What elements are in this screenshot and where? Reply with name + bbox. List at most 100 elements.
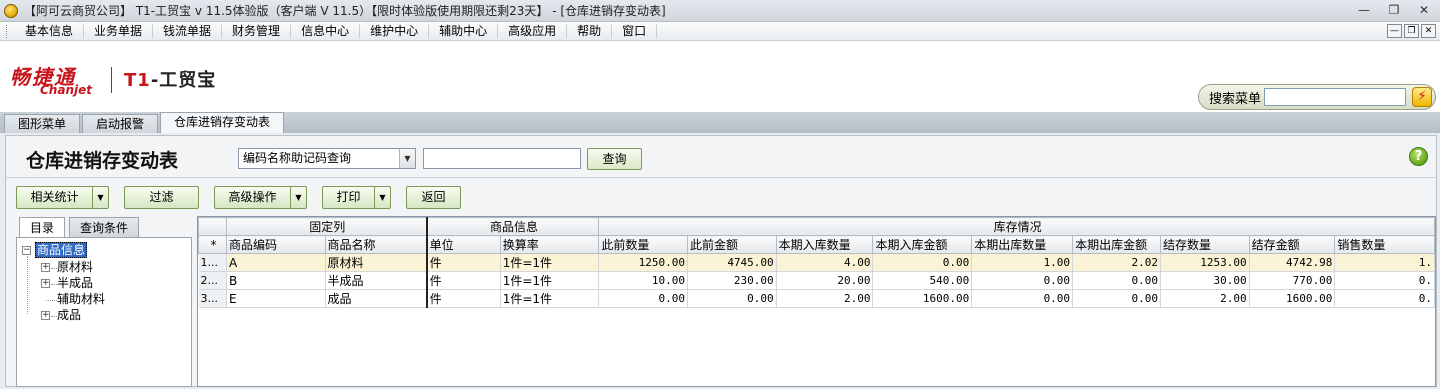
cell-in-qty: 4.00 bbox=[776, 253, 874, 272]
expand-icon[interactable]: + bbox=[41, 279, 50, 288]
print-button[interactable]: 打印 ▼ bbox=[322, 186, 391, 209]
advanced-button[interactable]: 高级操作 ▼ bbox=[214, 186, 307, 209]
cell-goods-name: 原材料 bbox=[325, 253, 428, 272]
search-menu-input[interactable] bbox=[1264, 88, 1407, 106]
col-conversion-rate[interactable]: 换算率 bbox=[499, 235, 600, 254]
col-prior-amount[interactable]: 此前金额 bbox=[687, 235, 777, 254]
lightning-icon[interactable]: ⚡ bbox=[1412, 87, 1433, 107]
menu-info-center[interactable]: 信息中心 bbox=[291, 24, 361, 38]
menubar: 基本信息 业务单据 钱流单据 财务管理 信息中心 维护中心 辅助中心 高级应用 … bbox=[0, 22, 1440, 41]
tree-item-aux-material[interactable]: 辅助材料 bbox=[57, 292, 105, 307]
app-icon bbox=[4, 3, 18, 18]
menu-help[interactable]: 帮助 bbox=[567, 24, 613, 38]
cell-sales-qty: 0. bbox=[1334, 289, 1435, 308]
tab-query-conditions[interactable]: 查询条件 bbox=[69, 217, 140, 238]
product-name: T1-工贸宝 bbox=[124, 66, 216, 92]
cell-balance-qty: 1253.00 bbox=[1160, 253, 1250, 272]
group-goods-info: 商品信息 bbox=[426, 217, 600, 236]
tab-startup-alarm[interactable]: 启动报警 bbox=[82, 114, 159, 133]
select-all-star[interactable]: * bbox=[198, 235, 227, 254]
col-prior-qty[interactable]: 此前数量 bbox=[598, 235, 688, 254]
menu-basic-info[interactable]: 基本信息 bbox=[15, 24, 85, 38]
expand-icon[interactable]: + bbox=[41, 263, 50, 272]
print-button-label: 打印 bbox=[336, 190, 361, 204]
cell-out-amount: 0.00 bbox=[1072, 271, 1161, 290]
minimize-icon[interactable]: — bbox=[1356, 2, 1372, 18]
group-fixed-columns: 固定列 bbox=[225, 217, 428, 236]
mdi-close-icon[interactable]: ✕ bbox=[1421, 24, 1436, 38]
group-stock-status: 库存情况 bbox=[598, 217, 1435, 236]
chevron-down-icon[interactable]: ▼ bbox=[374, 187, 390, 208]
col-balance-qty[interactable]: 结存数量 bbox=[1159, 235, 1250, 254]
col-out-amount[interactable]: 本期出库金额 bbox=[1072, 235, 1161, 254]
advanced-button-label: 高级操作 bbox=[228, 190, 277, 204]
divider bbox=[6, 177, 1436, 178]
table-row[interactable]: 3... E 成品 件 1件=1件 0.00 0.00 2.00 1600.00… bbox=[198, 289, 1435, 308]
stats-button[interactable]: 相关统计 ▼ bbox=[16, 186, 109, 209]
product-suffix: -工贸宝 bbox=[150, 70, 217, 91]
back-button[interactable]: 返回 bbox=[406, 186, 461, 209]
cell-goods-code: A bbox=[226, 253, 326, 272]
menu-advanced[interactable]: 高级应用 bbox=[498, 24, 568, 38]
cell-goods-code: B bbox=[226, 271, 326, 290]
cell-in-qty: 2.00 bbox=[776, 289, 874, 308]
mdi-minimize-icon[interactable]: — bbox=[1387, 24, 1402, 38]
chevron-down-icon[interactable]: ▼ bbox=[290, 187, 306, 208]
mdi-restore-icon[interactable]: ❐ bbox=[1404, 24, 1419, 38]
collapse-icon[interactable]: − bbox=[22, 246, 31, 255]
col-in-qty[interactable]: 本期入库数量 bbox=[775, 235, 874, 254]
col-in-amount[interactable]: 本期入库金额 bbox=[872, 235, 973, 254]
document-tabs: 图形菜单 启动报警 仓库进销存变动表 bbox=[0, 112, 1440, 133]
search-menu-label: 搜索菜单 bbox=[1209, 91, 1262, 107]
chevron-down-icon[interactable]: ▼ bbox=[399, 149, 415, 168]
col-out-qty[interactable]: 本期出库数量 bbox=[971, 235, 1074, 254]
tab-catalog[interactable]: 目录 bbox=[19, 217, 66, 238]
search-menu-box: 搜索菜单 ⚡ bbox=[1198, 84, 1436, 110]
logo-divider bbox=[111, 67, 112, 93]
cell-unit: 件 bbox=[426, 253, 501, 272]
tree-item-finished[interactable]: 成品 bbox=[57, 308, 81, 323]
back-button-label: 返回 bbox=[421, 190, 446, 204]
menu-business-docs[interactable]: 业务单据 bbox=[84, 24, 154, 38]
cell-goods-code: E bbox=[226, 289, 326, 308]
menu-window[interactable]: 窗口 bbox=[612, 24, 658, 38]
menu-finance[interactable]: 财务管理 bbox=[222, 24, 292, 38]
category-tree: − 商品信息 + 原材料 + 半成品 辅助材料 + 成品 bbox=[16, 237, 192, 387]
stats-button-label: 相关统计 bbox=[30, 190, 79, 204]
menu-cashflow-docs[interactable]: 钱流单据 bbox=[153, 24, 223, 38]
menu-maintenance[interactable]: 维护中心 bbox=[360, 24, 430, 38]
tab-warehouse-report[interactable]: 仓库进销存变动表 bbox=[160, 112, 285, 133]
table-row[interactable]: 2... B 半成品 件 1件=1件 10.00 230.00 20.00 54… bbox=[198, 271, 1435, 290]
tree-item-semi-finished[interactable]: 半成品 bbox=[57, 276, 93, 291]
group-header-row: 固定列 商品信息 库存情况 bbox=[198, 217, 1435, 236]
tree-root[interactable]: 商品信息 bbox=[35, 242, 88, 258]
tab-graphic-menu[interactable]: 图形菜单 bbox=[4, 114, 81, 133]
restore-icon[interactable]: ❐ bbox=[1386, 2, 1402, 18]
tree-item-raw-material[interactable]: 原材料 bbox=[57, 260, 93, 275]
query-type-select[interactable]: 编码名称助记码查询 ▼ bbox=[238, 148, 416, 169]
col-goods-name[interactable]: 商品名称 bbox=[324, 235, 428, 254]
table-row[interactable]: 1... A 原材料 件 1件=1件 1250.00 4745.00 4.00 … bbox=[198, 253, 1435, 272]
col-balance-amount[interactable]: 结存金额 bbox=[1248, 235, 1336, 254]
chevron-down-icon[interactable]: ▼ bbox=[92, 187, 108, 208]
product-prefix: T1 bbox=[124, 70, 151, 91]
col-sales-qty[interactable]: 销售数量 bbox=[1334, 235, 1435, 254]
col-unit[interactable]: 单位 bbox=[426, 235, 501, 254]
query-input[interactable] bbox=[423, 148, 581, 169]
query-button[interactable]: 查询 bbox=[587, 148, 642, 170]
cell-balance-qty: 30.00 bbox=[1160, 271, 1250, 290]
tree-line bbox=[46, 300, 57, 301]
cell-out-amount: 2.02 bbox=[1072, 253, 1161, 272]
help-icon[interactable]: ? bbox=[1409, 147, 1428, 166]
col-goods-code[interactable]: 商品编码 bbox=[225, 235, 326, 254]
menu-assist-center[interactable]: 辅助中心 bbox=[429, 24, 499, 38]
column-header-row: * 商品编码 商品名称 单位 换算率 此前数量 此前金额 本期入库数量 本期入库… bbox=[198, 235, 1435, 254]
cell-out-amount: 0.00 bbox=[1072, 289, 1161, 308]
cell-conversion-rate: 1件=1件 bbox=[500, 271, 600, 290]
filter-button[interactable]: 过滤 bbox=[124, 186, 199, 209]
close-icon[interactable]: ✕ bbox=[1416, 2, 1432, 18]
expand-icon[interactable]: + bbox=[41, 311, 50, 320]
row-number: 2... bbox=[198, 271, 227, 290]
cell-unit: 件 bbox=[426, 289, 501, 308]
cell-in-qty: 20.00 bbox=[776, 271, 874, 290]
